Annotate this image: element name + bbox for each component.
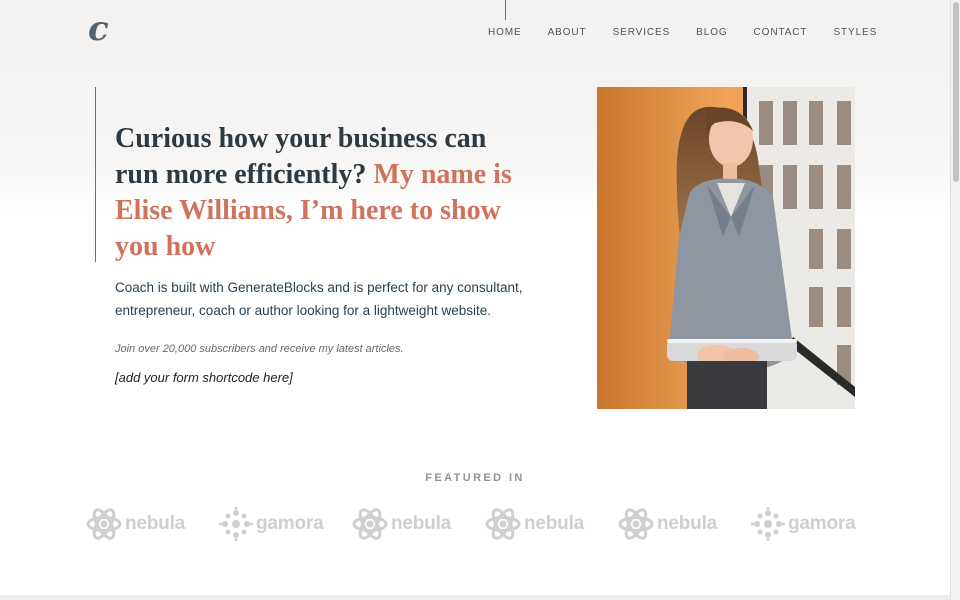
featured-logo-nebula: nebula bbox=[86, 505, 219, 543]
featured-logo-label: nebula bbox=[125, 513, 186, 534]
hero-intro: Coach is built with GenerateBlocks and i… bbox=[115, 280, 523, 318]
nav-services[interactable]: SERVICES bbox=[613, 27, 671, 38]
atom-icon bbox=[485, 508, 521, 540]
atom-icon bbox=[618, 508, 654, 540]
atom-icon bbox=[352, 508, 388, 540]
bottom-section-edge bbox=[0, 595, 950, 600]
main-nav: HOME ABOUT SERVICES BLOG CONTACT STYLES bbox=[488, 0, 877, 38]
featured-logos: nebula gamora nebula nebula nebula gamor… bbox=[86, 505, 884, 543]
featured-logo-gamora: gamora bbox=[219, 505, 352, 543]
featured-logo-gamora: gamora bbox=[751, 505, 884, 543]
nav-about[interactable]: ABOUT bbox=[548, 27, 587, 38]
nav-home[interactable]: HOME bbox=[488, 0, 522, 38]
dots-icon bbox=[751, 507, 785, 541]
featured-logo-label: nebula bbox=[391, 513, 452, 534]
featured-in-heading: FEATURED IN bbox=[425, 472, 525, 484]
hero-divider bbox=[95, 87, 96, 262]
featured-logo-label: gamora bbox=[256, 513, 324, 534]
page: c HOME ABOUT SERVICES BLOG CONTACT STYLE… bbox=[0, 0, 950, 600]
vertical-scrollbar[interactable] bbox=[950, 0, 960, 600]
nav-blog[interactable]: BLOG bbox=[696, 27, 727, 38]
featured-logo-label: gamora bbox=[788, 513, 856, 534]
scrollbar-thumb[interactable] bbox=[953, 2, 959, 182]
site-logo[interactable]: c bbox=[88, 12, 109, 46]
featured-logo-nebula: nebula bbox=[618, 505, 751, 543]
featured-logo-nebula: nebula bbox=[352, 505, 485, 543]
featured-logo-nebula: nebula bbox=[485, 505, 618, 543]
form-shortcode-placeholder: [add your form shortcode here] bbox=[115, 370, 293, 385]
portrait-photo bbox=[597, 87, 855, 409]
portrait-photo-image bbox=[597, 87, 855, 409]
featured-logo-label: nebula bbox=[657, 513, 718, 534]
hero-title: Curious how your business can run more e… bbox=[115, 121, 535, 265]
nav-styles[interactable]: STYLES bbox=[833, 27, 877, 38]
atom-icon bbox=[86, 508, 122, 540]
nav-contact[interactable]: CONTACT bbox=[754, 27, 808, 38]
dots-icon bbox=[219, 507, 253, 541]
featured-logo-label: nebula bbox=[524, 513, 585, 534]
subscribe-text: Join over 20,000 subscribers and receive… bbox=[115, 343, 404, 355]
